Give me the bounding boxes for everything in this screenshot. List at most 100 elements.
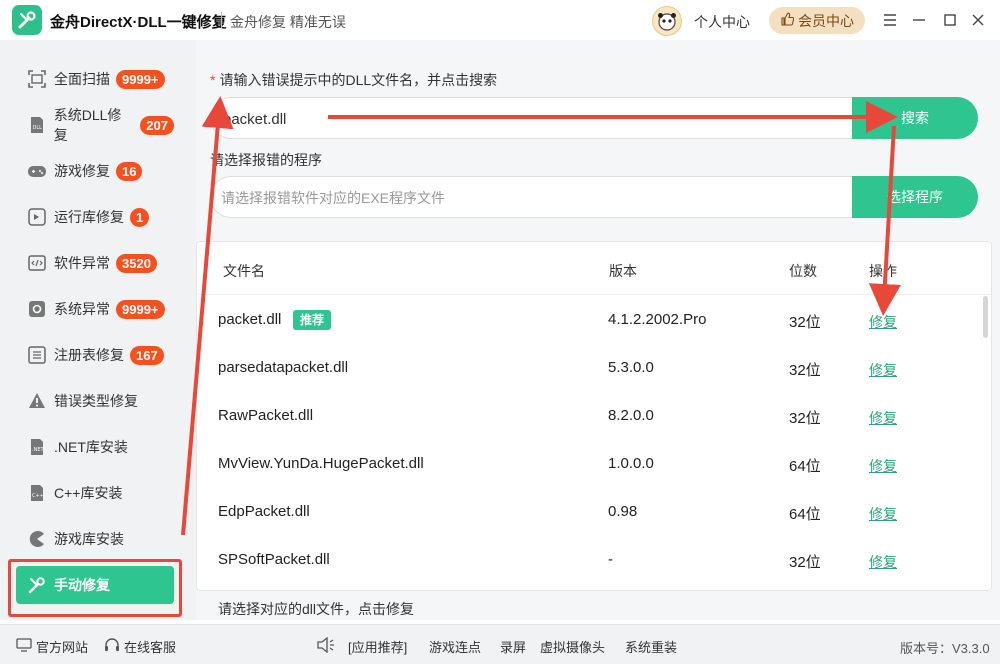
runtime-icon	[26, 206, 48, 228]
table-scrollbar[interactable]	[983, 296, 988, 338]
count-badge: 9999+	[116, 299, 165, 319]
sidebar-item-label: 游戏修复	[54, 163, 110, 179]
count-badge: 16	[116, 161, 143, 181]
sidebar-item-full-scan[interactable]: 全面扫描 9999+	[16, 60, 174, 98]
header-filename: 文件名	[223, 263, 265, 279]
file-bits: 32位	[789, 554, 821, 571]
repair-hint: 请选择对应的dll文件，点击修复	[218, 601, 415, 617]
file-bits: 32位	[789, 314, 821, 331]
dll-result-table: 文件名 版本 位数 操作 packet.dll 推荐 4.1.2.2002.Pr…	[196, 241, 992, 591]
sidebar-item-label: .NET库安装	[54, 439, 128, 455]
minimize-icon[interactable]	[909, 10, 929, 30]
count-badge: 9999+	[116, 69, 165, 89]
monitor-icon	[16, 638, 32, 655]
repair-link[interactable]: 修复	[869, 552, 897, 572]
count-badge: 1	[130, 207, 150, 227]
file-name: MvView.YunDa.HugePacket.dll	[218, 455, 424, 472]
header-bits: 位数	[789, 263, 817, 279]
footer-bar: 官方网站 在线客服 [应用推荐] 游戏连点 录屏 虚拟摄像头 系统重装 版本号：…	[0, 624, 1000, 664]
count-badge: 207	[140, 115, 174, 135]
dll-file-icon: DLL	[26, 114, 48, 136]
online-service-link[interactable]: 在线客服	[104, 637, 176, 656]
table-row[interactable]: RawPacket.dll 8.2.0.0 32位 修复	[197, 392, 977, 440]
header-action: 操作	[869, 263, 897, 279]
table-row[interactable]: MvView.YunDa.HugePacket.dll 1.0.0.0 64位 …	[197, 440, 977, 488]
sidebar-item-game-lib-install[interactable]: 游戏库安装	[16, 520, 174, 558]
app-logo-icon	[12, 5, 42, 35]
sidebar-item-label: 系统DLL修复	[53, 107, 122, 143]
file-version: -	[608, 551, 613, 568]
table-row[interactable]: SPSoftPacket.dll - 32位 修复	[197, 536, 977, 584]
file-version: 0.98	[608, 503, 638, 520]
file-name: SPSoftPacket.dll	[218, 551, 330, 568]
search-button[interactable]: 搜索	[852, 97, 978, 139]
vip-center-button[interactable]: 会员中心	[769, 7, 865, 34]
official-website-label: 官方网站	[36, 640, 89, 655]
user-avatar[interactable]	[652, 6, 682, 36]
repair-link[interactable]: 修复	[869, 456, 897, 476]
table-row[interactable]: EdpPacket.dll 0.98 64位 修复	[197, 488, 977, 536]
user-center-link[interactable]: 个人中心	[694, 12, 750, 32]
file-name: EdpPacket.dll	[218, 503, 310, 520]
warning-icon	[26, 390, 48, 412]
pacman-icon	[26, 528, 48, 550]
sidebar-item-game-repair[interactable]: 游戏修复 16	[16, 152, 174, 190]
sidebar-item-system-exception[interactable]: 系统异常 9999+	[16, 290, 174, 328]
footer-link-screen-record[interactable]: 录屏	[500, 637, 526, 656]
sidebar-item-label: 全面扫描	[54, 71, 110, 87]
select-program-button[interactable]: 选择程序	[852, 176, 978, 218]
scan-icon	[26, 68, 48, 90]
svg-text:DLL: DLL	[32, 125, 42, 131]
headset-icon	[104, 637, 120, 656]
file-name: packet.dll	[218, 311, 282, 328]
sidebar-item-system-dll[interactable]: DLL 系统DLL修复 207	[16, 106, 174, 144]
sidebar-item-error-type-repair[interactable]: 错误类型修复	[16, 382, 174, 420]
annotation-highlight-frame	[8, 559, 182, 617]
vip-center-label: 会员中心	[798, 12, 854, 29]
dll-search-input[interactable]	[223, 108, 823, 130]
repair-link[interactable]: 修复	[869, 504, 897, 524]
gamepad-icon	[26, 160, 48, 182]
repair-link[interactable]: 修复	[869, 360, 897, 380]
svg-text:C++: C++	[32, 493, 44, 499]
app-slogan: 金舟修复 精准无误	[230, 14, 346, 30]
footer-link-auto-clicker[interactable]: 游戏连点	[429, 637, 481, 656]
title-divider	[221, 12, 222, 28]
sidebar-item-label: 错误类型修复	[54, 393, 138, 409]
repair-link[interactable]: 修复	[869, 408, 897, 428]
recommended-badge: 推荐	[293, 310, 332, 330]
dll-search-label: * 请输入错误提示中的DLL文件名，并点击搜索	[210, 72, 498, 88]
file-version: 4.1.2.2002.Pro	[608, 311, 707, 328]
sidebar-item-label: C++库安装	[54, 485, 123, 501]
footer-link-app-recommend[interactable]: [应用推荐]	[348, 637, 407, 656]
file-bits: 32位	[789, 410, 821, 427]
footer-link-virtual-camera[interactable]: 虚拟摄像头	[540, 637, 605, 656]
file-version: 1.0.0.0	[608, 455, 654, 472]
sidebar-item-cpp-install[interactable]: C++ C++库安装	[16, 474, 174, 512]
menu-icon[interactable]	[880, 10, 900, 30]
header-version: 版本	[609, 263, 637, 279]
table-row[interactable]: parsedatapacket.dll 5.3.0.0 32位 修复	[197, 344, 977, 392]
sidebar-item-label: 注册表修复	[54, 347, 124, 363]
file-bits: 32位	[789, 362, 821, 379]
program-path-input[interactable]	[221, 187, 821, 209]
sidebar-item-runtime-repair[interactable]: 运行库修复 1	[16, 198, 174, 236]
count-badge: 167	[130, 345, 164, 365]
table-row[interactable]: packet.dll 推荐 4.1.2.2002.Pro 32位 修复	[197, 296, 977, 344]
table-header: 文件名 版本 位数 操作	[197, 242, 991, 295]
sidebar-item-dotnet-install[interactable]: .NET .NET库安装	[16, 428, 174, 466]
file-bits: 64位	[789, 458, 821, 475]
footer-link-system-reinstall[interactable]: 系统重装	[625, 637, 677, 656]
file-bits: 64位	[789, 506, 821, 523]
close-icon[interactable]	[968, 10, 988, 30]
online-service-label: 在线客服	[124, 640, 177, 655]
repair-link[interactable]: 修复	[869, 312, 897, 332]
speaker-icon	[316, 637, 336, 653]
sidebar-item-software-exception[interactable]: 软件异常 3520	[16, 244, 174, 282]
sidebar-item-label: 游戏库安装	[54, 531, 124, 547]
official-website-link[interactable]: 官方网站	[16, 637, 88, 656]
sidebar-item-registry-repair[interactable]: 注册表修复 167	[16, 336, 174, 374]
thumbs-up-icon	[780, 12, 795, 29]
maximize-icon[interactable]	[940, 10, 960, 30]
registry-list-icon	[26, 344, 48, 366]
